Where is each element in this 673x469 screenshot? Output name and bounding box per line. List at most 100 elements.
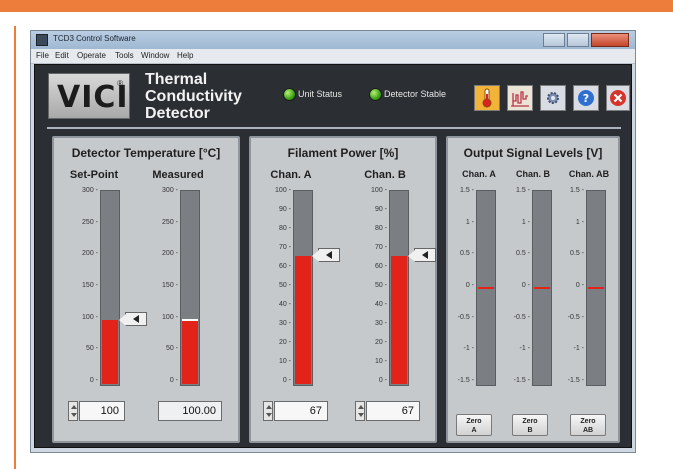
gauge-tick-label: 200 - [82, 250, 98, 258]
gauge-tick-label: 300 - [162, 187, 178, 194]
gauge-tick-label: 80 - [278, 225, 291, 232]
measured-label: Measured [152, 169, 204, 181]
output-chan-b-label: Chan. B [515, 169, 550, 179]
gauge-tick-label: 0 - [521, 282, 530, 289]
chart-icon [511, 91, 529, 107]
filament-chan-a-stepper[interactable] [263, 401, 273, 421]
gauge-tick-label: 100 - [371, 187, 387, 194]
gauge-tick-label: 1 - [465, 218, 474, 226]
menu-tools[interactable]: Tools [115, 51, 134, 60]
menu-edit[interactable]: Edit [55, 51, 69, 60]
unit-status-led [283, 88, 296, 101]
vici-logo: VICI ® [48, 73, 130, 119]
gauge-tick-label: -1.5 - [457, 377, 474, 384]
arrow-left-icon [133, 314, 139, 323]
gauge-tick-label: 30 - [374, 320, 387, 327]
gauge-tick-label: 70 - [374, 244, 387, 251]
zero-ab-button[interactable]: Zero AB [570, 414, 606, 436]
arrow-left-icon [326, 250, 332, 259]
logo-registered-mark: ® [117, 79, 123, 88]
output-panel: Output Signal Levels [V] Chan. A Chan. B… [446, 136, 620, 443]
filament-chan-a-gauge[interactable]: 100 - 90 - 80 - 70 - 60 - 50 - 40 - 30 - 20 - 10 … [259, 187, 340, 388]
gauge-tick-label: 10 - [278, 358, 291, 365]
setpoint-slider-handle[interactable] [119, 311, 147, 326]
gauge-tick-label: 60 - [278, 263, 291, 270]
temperature-panel: Detector Temperature [°C] Set-Point Meas… [52, 136, 240, 443]
zero-a-button[interactable]: Zero A [456, 414, 492, 436]
gauge-track [586, 190, 606, 386]
gauge-tick-label: 1.5 - [459, 187, 474, 194]
product-title: Thermal Conductivity Detector [145, 71, 242, 122]
gauge-tick-label: 250 - [162, 218, 178, 226]
gauge-tick-label: -1 - [463, 345, 475, 353]
gauge-tick-label: 300 - [82, 187, 98, 194]
filament-chan-a-input[interactable]: 67 [274, 401, 328, 421]
window-titlebar: TCD3 Control Software [31, 31, 635, 49]
gauge-tick-label: -1.5 - [567, 377, 584, 384]
gear-icon [547, 92, 559, 104]
window-controls [543, 33, 629, 47]
menu-help[interactable]: Help [177, 51, 193, 60]
gauge-tick-label: 0 - [169, 377, 178, 384]
gauge-tick-label: 0 - [89, 377, 98, 384]
svg-text:?: ? [583, 92, 589, 105]
menu-operate[interactable]: Operate [77, 51, 106, 60]
settings-button[interactable] [540, 85, 566, 111]
left-orange-rule [14, 26, 16, 469]
gauge-track [476, 190, 496, 386]
left-margin [0, 12, 14, 469]
gauge-tick-label: 40 - [278, 301, 291, 308]
gauge-tick-label: 0.5 - [459, 250, 474, 258]
thermometer-button[interactable] [474, 85, 500, 111]
gauge-tick-label: 1 - [521, 218, 530, 226]
minimize-button[interactable] [543, 33, 565, 47]
gauge-tick-label: -0.5 - [457, 313, 474, 321]
gauge-tick-label: -1 - [519, 345, 531, 353]
setpoint-slider-handle[interactable] [312, 247, 340, 262]
temperature-panel-title: Detector Temperature [°C] [71, 146, 221, 160]
measured-readout: 100.00 [158, 401, 222, 421]
gauge-tick-label: 90 - [278, 206, 291, 213]
gauge-tick-label: 30 - [278, 320, 291, 327]
filament-chan-b-gauge[interactable]: 100 - 90 - 80 - 70 - 60 - 50 - 40 - 30 - 20 - 10 … [355, 187, 436, 388]
app-header: VICI ® Thermal Conductivity Detector Uni… [35, 65, 631, 127]
filament-chan-b-label: Chan. B [364, 169, 406, 181]
chart-button[interactable] [507, 85, 533, 111]
menu-window[interactable]: Window [141, 51, 169, 60]
gauge-tick-label: 90 - [374, 206, 387, 213]
filament-chan-b-input[interactable]: 67 [366, 401, 420, 421]
gauge-tick-label: 200 - [162, 250, 178, 258]
gauge-tick-label: 50 - [165, 345, 178, 353]
gauge-tick-label: -0.5 - [513, 313, 530, 321]
gauge-tick-label: 80 - [374, 225, 387, 232]
output-chan-ab-gauge: 1.5 - 1 - 0.5 - 0 - -0.5 - -1 - -1.5 - [560, 187, 612, 388]
gauge-tick-label: 0 - [378, 377, 387, 384]
gauge-track [389, 190, 409, 386]
gauge-fill [391, 255, 407, 384]
gauge-tick-label: 50 - [278, 282, 291, 289]
gauge-tick-label: 0 - [465, 282, 474, 289]
window-close-button[interactable] [591, 33, 629, 47]
arrow-left-icon [422, 250, 428, 259]
zero-b-button[interactable]: Zero B [512, 414, 548, 436]
setpoint-slider-handle[interactable] [408, 247, 436, 262]
gauge-tick-label: 0 - [282, 377, 291, 384]
filament-panel-title: Filament Power [%] [287, 146, 399, 160]
setpoint-input[interactable]: 100 [79, 401, 125, 421]
gauge-tick-label: 1.5 - [515, 187, 530, 194]
gauge-tick-label: 1.5 - [569, 187, 584, 194]
gauge-level-line [182, 318, 198, 321]
help-button[interactable]: ? [573, 85, 599, 111]
gauge-tick-label: 40 - [374, 301, 387, 308]
gauge-tick-label: 10 - [374, 358, 387, 365]
gauge-tick-label: 0.5 - [569, 250, 584, 258]
menu-file[interactable]: File [36, 51, 49, 60]
setpoint-stepper[interactable] [68, 401, 78, 421]
gauge-track [532, 190, 552, 386]
gauge-tick-label: 50 - [85, 345, 98, 353]
gauge-track [100, 190, 120, 386]
maximize-button[interactable] [567, 33, 589, 47]
exit-button[interactable] [606, 85, 630, 111]
filament-chan-b-stepper[interactable] [355, 401, 365, 421]
setpoint-gauge[interactable]: 300 - 250 - 200 - 150 - 100 - 50 - 0 - [58, 187, 147, 388]
